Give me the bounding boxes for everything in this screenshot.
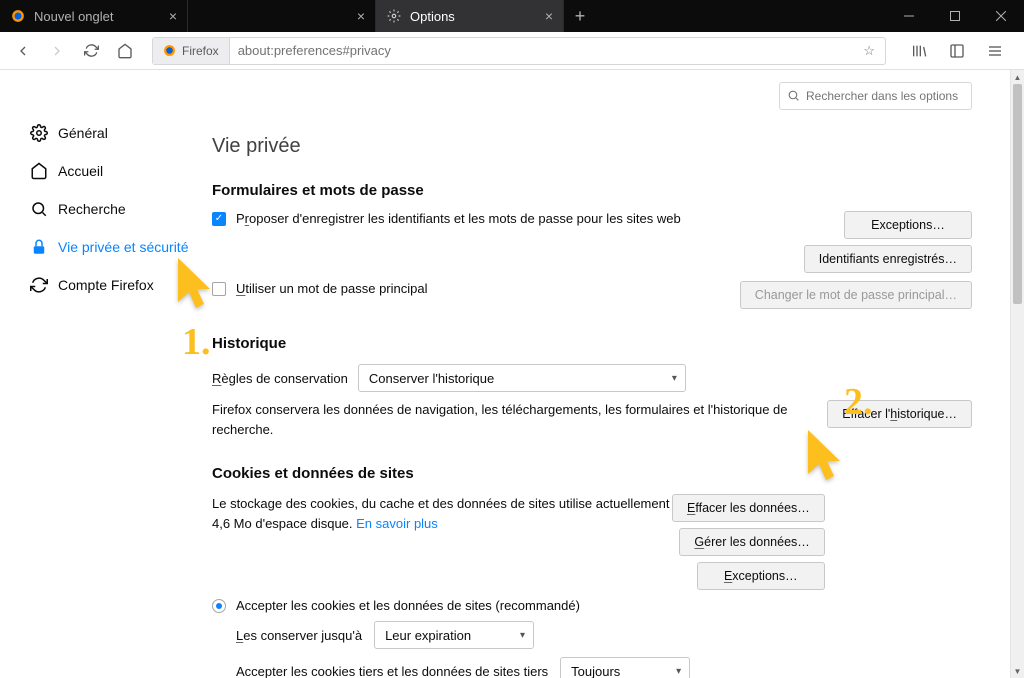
sidebar-icon[interactable]	[942, 36, 972, 66]
tab-label: Nouvel onglet	[34, 9, 114, 24]
annotation-cursor-1	[174, 256, 212, 313]
preferences-sidebar: Général Accueil Recherche Vie privée et …	[0, 70, 212, 678]
annotation-number-2: 2.	[844, 380, 873, 424]
accept-cookies-radio[interactable]	[212, 599, 226, 613]
identity-label: Firefox	[182, 44, 219, 58]
lock-icon	[30, 238, 48, 256]
bookmark-star-icon[interactable]: ☆	[853, 43, 885, 59]
master-password-label: Utiliser un mot de passe principal	[236, 281, 427, 296]
section-heading: Historique	[212, 335, 972, 352]
scroll-up-icon[interactable]: ▲	[1011, 70, 1024, 84]
annotation-number-1: 1.	[182, 320, 211, 364]
url-bar[interactable]: Firefox about:preferences#privacy ☆	[152, 37, 886, 65]
gear-icon	[386, 8, 402, 24]
third-party-select[interactable]: Toujours	[560, 657, 690, 678]
titlebar: Nouvel onglet × × Options × +	[0, 0, 1024, 32]
section-forms: Formulaires et mots de passe ✓ Proposer …	[212, 182, 972, 309]
firefox-icon	[10, 8, 26, 24]
preferences-content: Général Accueil Recherche Vie privée et …	[0, 70, 1014, 678]
menu-icon[interactable]	[980, 36, 1010, 66]
cookies-desc: Le stockage des cookies, du cache et des…	[212, 496, 669, 531]
exceptions-button[interactable]: Exceptions…	[844, 211, 972, 239]
change-master-button: Changer le mot de passe principal…	[740, 281, 972, 309]
close-window-button[interactable]	[978, 0, 1024, 32]
saved-logins-button[interactable]: Identifiants enregistrés…	[804, 245, 972, 273]
navbar: Firefox about:preferences#privacy ☆	[0, 32, 1024, 70]
scrollbar-thumb[interactable]	[1013, 84, 1022, 304]
home-icon	[30, 162, 48, 180]
new-tab-button[interactable]: +	[564, 0, 596, 32]
history-desc: Firefox conservera les données de naviga…	[212, 400, 822, 439]
options-search	[779, 82, 972, 110]
close-icon[interactable]: ×	[545, 8, 553, 24]
back-button[interactable]	[8, 36, 38, 66]
tab-blank[interactable]: ×	[188, 0, 376, 32]
sidebar-item-label: Recherche	[58, 201, 126, 217]
third-party-label: Accepter les cookies tiers et les donnée…	[236, 664, 548, 678]
minimize-button[interactable]	[886, 0, 932, 32]
save-logins-checkbox[interactable]: ✓	[212, 212, 226, 226]
scroll-down-icon[interactable]: ▼	[1011, 664, 1024, 678]
section-heading: Cookies et données de sites	[212, 465, 972, 482]
window-controls	[886, 0, 1024, 32]
close-icon[interactable]: ×	[357, 8, 365, 24]
cookies-exceptions-button[interactable]: Exceptions…	[697, 562, 825, 590]
history-policy-select[interactable]: Conserver l'historique	[358, 364, 686, 392]
sidebar-item-home[interactable]: Accueil	[30, 152, 212, 190]
url-text[interactable]: about:preferences#privacy	[230, 43, 854, 58]
close-icon[interactable]: ×	[169, 8, 177, 24]
sidebar-item-label: Accueil	[58, 163, 103, 179]
master-password-checkbox[interactable]	[212, 282, 226, 296]
sync-icon	[30, 276, 48, 294]
preferences-main: Vie privée Formulaires et mots de passe …	[212, 70, 1014, 678]
page-title: Vie privée	[212, 135, 972, 158]
section-heading: Formulaires et mots de passe	[212, 182, 972, 199]
sidebar-item-search[interactable]: Recherche	[30, 190, 212, 228]
tab-label: Options	[410, 9, 455, 24]
maximize-button[interactable]	[932, 0, 978, 32]
annotation-cursor-2	[804, 428, 842, 485]
section-cookies: Cookies et données de sites Le stockage …	[212, 465, 972, 678]
reload-button[interactable]	[76, 36, 106, 66]
vertical-scrollbar[interactable]: ▲ ▼	[1010, 70, 1024, 678]
identity-box[interactable]: Firefox	[153, 38, 230, 64]
search-icon	[30, 200, 48, 218]
history-policy-label: Règles de conservation	[212, 371, 348, 386]
accept-cookies-label: Accepter les cookies et les données de s…	[236, 598, 580, 613]
sidebar-item-label: Général	[58, 125, 108, 141]
library-icon[interactable]	[904, 36, 934, 66]
sidebar-item-label: Vie privée et sécurité	[58, 239, 188, 255]
tab-options[interactable]: Options ×	[376, 0, 564, 32]
keep-until-select[interactable]: Leur expiration	[374, 621, 534, 649]
sidebar-item-label: Compte Firefox	[58, 277, 154, 293]
sidebar-item-general[interactable]: Général	[30, 114, 212, 152]
options-search-input[interactable]	[779, 82, 972, 110]
home-button[interactable]	[110, 36, 140, 66]
learn-more-link[interactable]: En savoir plus	[356, 516, 438, 531]
tab-new[interactable]: Nouvel onglet ×	[0, 0, 188, 32]
forward-button[interactable]	[42, 36, 72, 66]
save-logins-label: Proposer d'enregistrer les identifiants …	[236, 211, 681, 226]
keep-until-label: Les conserver jusqu'à	[236, 628, 362, 643]
manage-data-button[interactable]: Gérer les données…	[679, 528, 824, 556]
clear-data-button[interactable]: Effacer les données…	[672, 494, 825, 522]
gear-icon	[30, 124, 48, 142]
search-icon	[787, 89, 800, 105]
